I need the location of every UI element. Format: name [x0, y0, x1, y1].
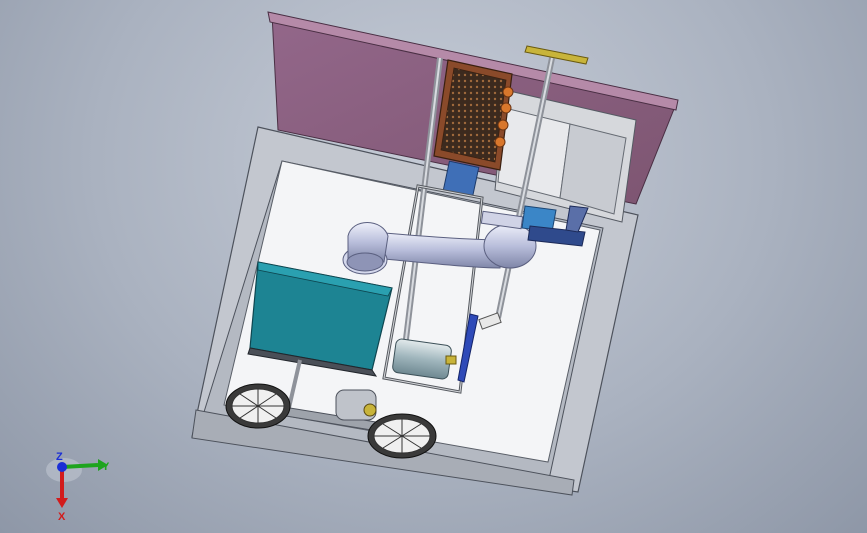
z-axis-dot: [57, 462, 67, 472]
orientation-triad: Z Y X: [46, 451, 110, 523]
wheel-left[interactable]: [225, 383, 291, 429]
cad-viewport[interactable]: [0, 0, 867, 533]
x-axis-label: X: [58, 511, 66, 523]
y-axis-label: Y: [102, 461, 110, 473]
z-axis-label: Z: [56, 451, 63, 463]
x-axis-head: [56, 498, 68, 508]
y-axis-arrow: [61, 463, 99, 469]
top-handle[interactable]: [524, 45, 589, 65]
wheel-right[interactable]: [367, 413, 437, 459]
